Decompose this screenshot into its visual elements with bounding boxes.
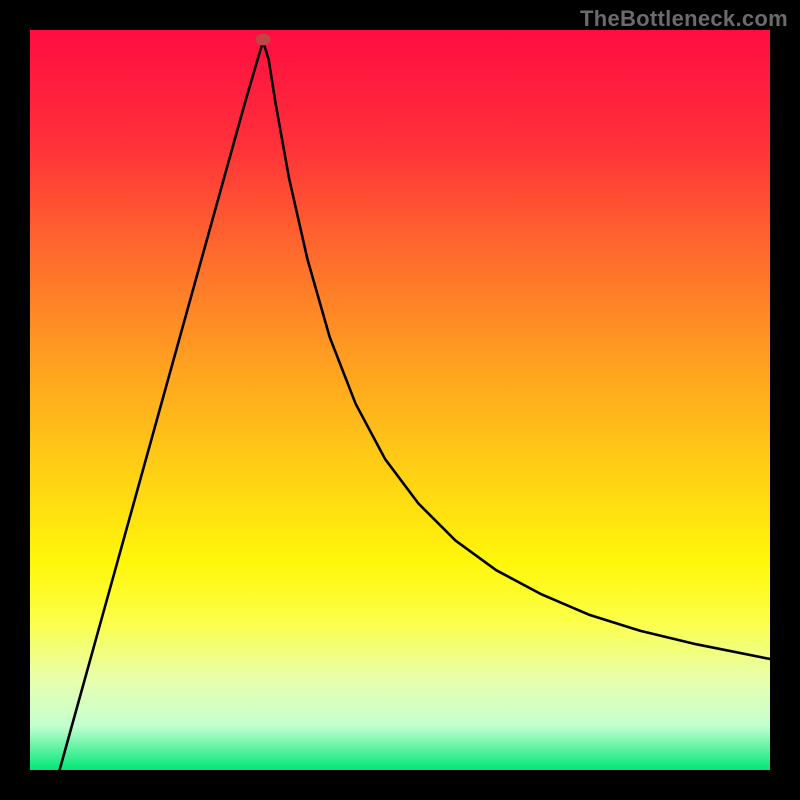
chart-container: TheBottleneck.com [0,0,800,800]
bottleneck-chart [30,30,770,770]
watermark-label: TheBottleneck.com [580,6,788,32]
chart-background-gradient [30,30,770,770]
optimum-marker [256,34,271,46]
